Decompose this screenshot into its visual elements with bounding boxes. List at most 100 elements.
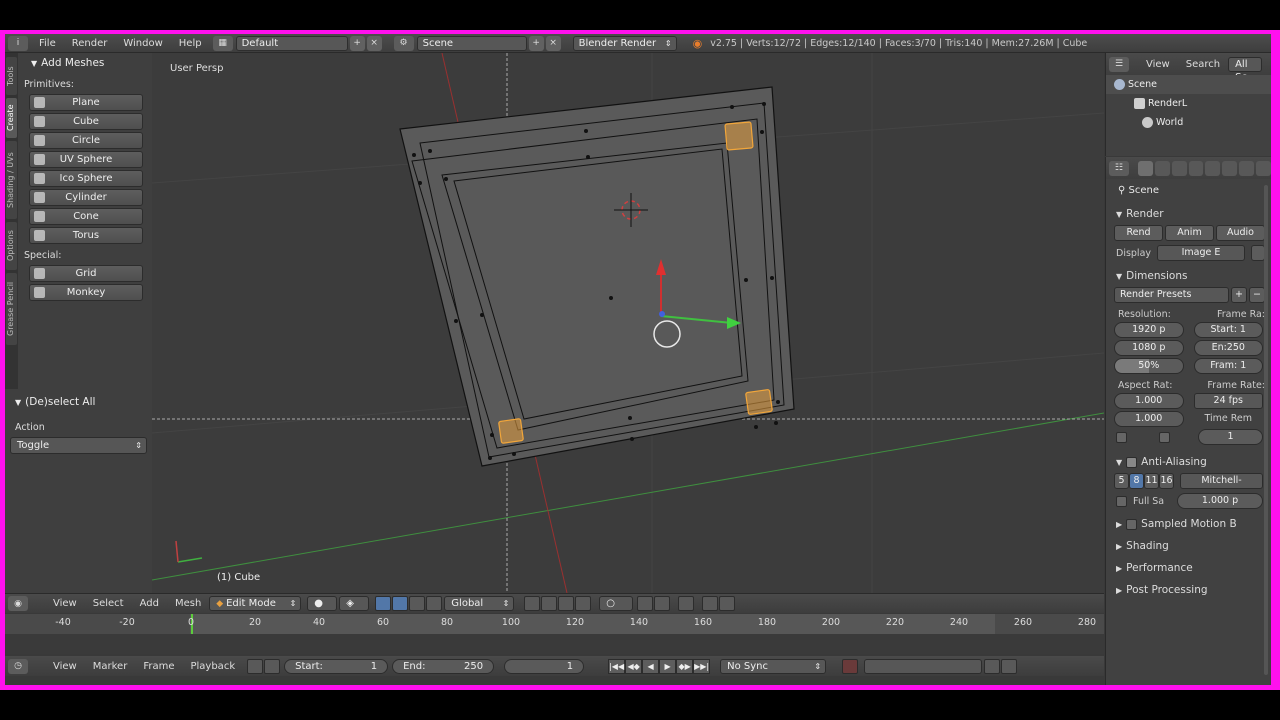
performance-section-header[interactable]: ▶ Performance <box>1106 557 1271 579</box>
tab-create[interactable]: Create <box>6 98 17 138</box>
scene-tab-icon[interactable] <box>1171 160 1187 176</box>
operator-header[interactable]: ▼ (De)select All <box>5 392 152 412</box>
resolution-percent-slider[interactable]: 50% <box>1114 358 1184 374</box>
tab-shading-uvs[interactable]: Shading / UVs <box>6 141 17 219</box>
menu-file[interactable]: File <box>31 38 64 49</box>
action-dropdown[interactable]: Toggle ⇕ <box>10 437 147 454</box>
render-animation-button[interactable]: Anim <box>1165 225 1214 241</box>
next-keyframe-icon[interactable]: ◆▶ <box>676 658 694 674</box>
add-mesh-button[interactable]: UV Sphere <box>29 151 143 168</box>
post-processing-section-header[interactable]: ▶ Post Processing <box>1106 579 1271 601</box>
display-select[interactable]: Image E <box>1157 245 1245 261</box>
render-tab-icon[interactable] <box>1137 160 1153 176</box>
keying-set-field[interactable] <box>864 658 983 674</box>
copy-layers-icon[interactable] <box>702 596 719 611</box>
viewport-shading-select[interactable]: ● <box>307 596 338 611</box>
editor-type-icon[interactable]: ◉ <box>8 596 28 611</box>
frame-rate-select[interactable]: 24 fps <box>1193 393 1263 409</box>
menu-window[interactable]: Window <box>115 38 170 49</box>
add-preset-button[interactable]: + <box>1231 287 1247 303</box>
resolution-y-field[interactable]: 1080 p <box>1114 340 1184 356</box>
edge-select-icon[interactable] <box>541 596 558 611</box>
start-frame-field[interactable]: Start: 1 <box>1193 322 1263 338</box>
vertex-select-icon[interactable] <box>524 596 541 611</box>
prev-keyframe-icon[interactable]: ◀◆ <box>625 658 643 674</box>
editor-type-icon[interactable]: ☰ <box>1109 56 1129 72</box>
pivot-select[interactable]: ◈ <box>339 596 370 611</box>
render-section-header[interactable]: ▼ Render <box>1106 203 1271 225</box>
viewport-canvas[interactable] <box>152 53 1104 593</box>
record-icon[interactable] <box>842 658 859 674</box>
menu-marker[interactable]: Marker <box>85 661 136 672</box>
manipulator-toggle-icon[interactable] <box>375 596 392 611</box>
scene-field[interactable]: Scene <box>416 35 527 51</box>
menu-search[interactable]: Search <box>1178 59 1228 70</box>
dimensions-section-header[interactable]: ▼ Dimensions <box>1106 265 1271 287</box>
anti-aliasing-checkbox[interactable] <box>1126 456 1138 468</box>
insert-keyframe-icon[interactable] <box>984 658 1001 674</box>
scale-manipulator-icon[interactable] <box>426 596 443 611</box>
play-reverse-icon[interactable]: ◀ <box>642 658 660 674</box>
display-mode-select[interactable]: All Sc <box>1228 56 1263 83</box>
aa-samples-5[interactable]: 5 <box>1114 473 1129 489</box>
outliner-item-renderlayers[interactable]: RenderL <box>1106 94 1271 113</box>
aspect-x-field[interactable]: 1.000 <box>1114 393 1184 409</box>
screen-layout-icon[interactable]: ▦ <box>212 35 233 51</box>
aa-samples-11[interactable]: 11 <box>1144 473 1159 489</box>
outliner-item-scene[interactable]: Scene <box>1106 75 1271 94</box>
aa-filter-select[interactable]: Mitchell- <box>1180 473 1263 489</box>
editor-type-icon[interactable]: i <box>8 35 28 51</box>
add-mesh-button[interactable]: Torus <box>29 227 143 244</box>
shading-section-header[interactable]: ▶ Shading <box>1106 535 1271 557</box>
orientation-select[interactable]: Global ⇕ <box>444 596 515 611</box>
menu-view[interactable]: View <box>1138 59 1178 70</box>
menu-playback[interactable]: Playback <box>182 661 243 672</box>
crop-checkbox[interactable] <box>1159 431 1170 443</box>
menu-select[interactable]: Select <box>85 598 132 609</box>
3d-viewport[interactable]: User Persp (1) Cube <box>152 53 1104 593</box>
resolution-x-field[interactable]: 1920 p <box>1114 322 1184 338</box>
screen-layout-field[interactable]: Default <box>235 35 348 51</box>
add-scene-button[interactable]: + <box>528 35 544 51</box>
menu-render[interactable]: Render <box>64 38 116 49</box>
menu-add[interactable]: Add <box>132 598 167 609</box>
aa-samples-8[interactable]: 8 <box>1129 473 1144 489</box>
menu-view[interactable]: View <box>45 598 85 609</box>
jump-end-icon[interactable]: ▶▶| <box>693 658 711 674</box>
translate-manipulator-icon[interactable] <box>392 596 409 611</box>
add-mesh-button[interactable]: Cylinder <box>29 189 143 206</box>
render-audio-button[interactable]: Audio <box>1216 225 1265 241</box>
constraints-tab-icon[interactable] <box>1222 160 1238 176</box>
limit-selection-icon[interactable] <box>575 596 592 611</box>
tab-grease-pencil[interactable]: Grease Pencil <box>6 273 17 345</box>
time-remap-field[interactable]: 1 <box>1198 429 1263 445</box>
jump-start-icon[interactable]: |◀◀ <box>608 658 626 674</box>
pin-icon[interactable]: ⚲ <box>1118 185 1129 196</box>
cube-mesh[interactable] <box>399 86 795 467</box>
timeline-editor[interactable]: -40 -20 0 20 40 60 80 100 120 140 160 180 200 220 240 2… <box>5 614 1104 654</box>
render-layers-tab-icon[interactable] <box>1154 160 1170 176</box>
scene-icon[interactable]: ⚙ <box>393 35 414 51</box>
add-mesh-button[interactable]: Cube <box>29 113 143 130</box>
filter-size-field[interactable]: 1.000 p <box>1177 493 1263 509</box>
preview-range-icon[interactable] <box>247 658 264 674</box>
data-tab-icon[interactable] <box>1256 160 1271 176</box>
object-tab-icon[interactable] <box>1205 160 1221 176</box>
play-icon[interactable]: ▶ <box>659 658 677 674</box>
render-image-button[interactable]: Rend <box>1114 225 1163 241</box>
delete-keyframe-icon[interactable] <box>1001 658 1018 674</box>
add-layout-button[interactable]: + <box>349 35 365 51</box>
motion-blur-checkbox[interactable] <box>1126 518 1138 530</box>
add-mesh-button[interactable]: Monkey <box>29 284 143 301</box>
tab-options[interactable]: Options <box>6 222 17 270</box>
end-frame-field[interactable]: En:250 <box>1193 340 1263 356</box>
menu-frame[interactable]: Frame <box>135 661 182 672</box>
lock-range-icon[interactable] <box>264 658 281 674</box>
world-tab-icon[interactable] <box>1188 160 1204 176</box>
modifiers-tab-icon[interactable] <box>1239 160 1255 176</box>
snap-icon[interactable] <box>637 596 654 611</box>
add-mesh-button[interactable]: Cone <box>29 208 143 225</box>
current-frame-field[interactable]: 1 <box>504 658 585 674</box>
add-mesh-button[interactable]: Grid <box>29 265 143 282</box>
aspect-y-field[interactable]: 1.000 <box>1114 411 1184 427</box>
